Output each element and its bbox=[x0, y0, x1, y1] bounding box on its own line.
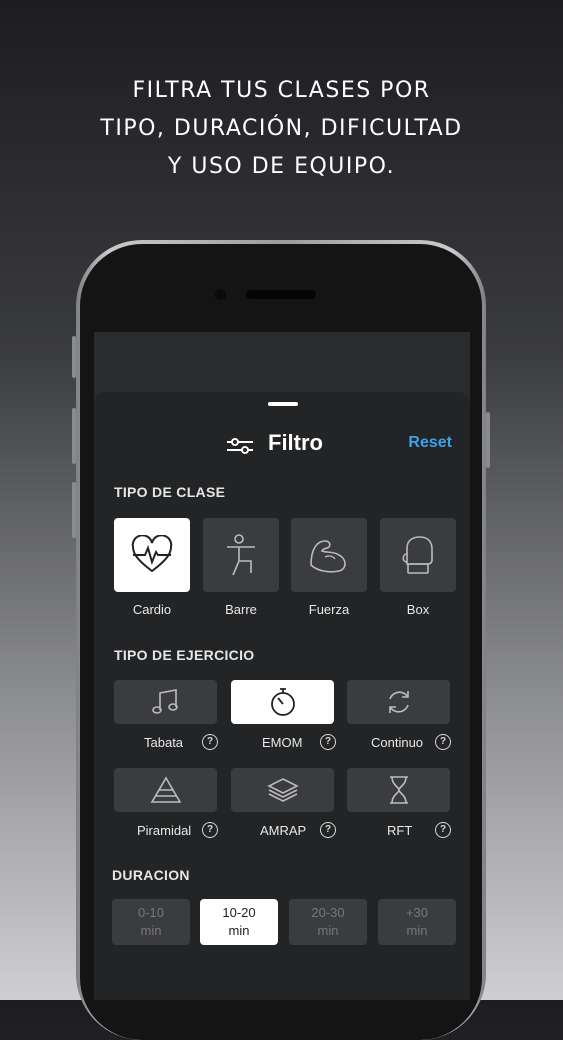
exercise-label-emom: EMOM bbox=[262, 735, 303, 750]
class-label-fuerza: Fuerza bbox=[308, 602, 350, 617]
exercise-option-emom[interactable] bbox=[231, 680, 334, 724]
exercise-option-rft[interactable] bbox=[347, 768, 450, 812]
duration-unit: min bbox=[140, 923, 162, 938]
earpiece-speaker bbox=[246, 290, 316, 299]
class-option-barre[interactable] bbox=[203, 518, 279, 592]
reset-button[interactable]: Reset bbox=[408, 434, 452, 452]
duration-option-0-10[interactable]: 0-10 min bbox=[112, 899, 190, 945]
boxing-glove-icon bbox=[402, 536, 433, 574]
exercise-label-rft: RFT bbox=[387, 823, 413, 838]
exercise-label-piramidal: Piramidal bbox=[137, 823, 192, 838]
filter-sheet: Filtro Reset TIPO DE CLASE Cardio Barre … bbox=[94, 392, 470, 1000]
exercise-option-piramidal[interactable] bbox=[114, 768, 217, 812]
sheet-grabber[interactable] bbox=[268, 402, 298, 406]
class-option-cardio[interactable] bbox=[114, 518, 190, 592]
exercise-label-amrap: AMRAP bbox=[260, 823, 307, 838]
exercise-label-continuo: Continuo bbox=[371, 735, 424, 750]
help-icon[interactable]: ? bbox=[320, 734, 336, 750]
ballet-figure-icon bbox=[227, 534, 255, 576]
class-label-barre: Barre bbox=[225, 602, 257, 617]
help-icon[interactable]: ? bbox=[202, 822, 218, 838]
music-note-icon bbox=[151, 689, 178, 714]
duration-unit: min bbox=[317, 923, 339, 938]
heart-pulse-icon bbox=[131, 535, 173, 573]
duration-range: +30 bbox=[405, 905, 429, 920]
headline-line-3: Y USO DE EQUIPO. bbox=[167, 154, 396, 179]
pyramid-icon bbox=[150, 776, 181, 803]
class-option-box[interactable] bbox=[380, 518, 456, 592]
duration-range: 20-30 bbox=[311, 905, 345, 920]
front-camera bbox=[215, 289, 226, 300]
duration-range: 0-10 bbox=[137, 905, 165, 920]
duration-range: 10-20 bbox=[222, 905, 256, 920]
duration-option-10-20[interactable]: 10-20 min bbox=[200, 899, 278, 945]
phone-power-button bbox=[486, 412, 490, 468]
duration-unit: min bbox=[228, 923, 250, 938]
help-icon[interactable]: ? bbox=[320, 822, 336, 838]
exercise-option-continuo[interactable] bbox=[347, 680, 450, 724]
class-option-fuerza[interactable] bbox=[291, 518, 367, 592]
help-icon[interactable]: ? bbox=[202, 734, 218, 750]
sliders-icon bbox=[227, 438, 253, 454]
promo-headline: FILTRA TUS CLASES POR TIPO, DURACIÓN, DI… bbox=[0, 72, 563, 186]
refresh-icon bbox=[388, 691, 409, 713]
exercise-option-tabata[interactable] bbox=[114, 680, 217, 724]
duration-option-20-30[interactable]: 20-30 min bbox=[289, 899, 367, 945]
headline-line-2: TIPO, DURACIÓN, DIFICULTAD bbox=[100, 116, 463, 141]
section-tipo-ejercicio: TIPO DE EJERCICIO bbox=[114, 647, 255, 663]
section-duracion: DURACION bbox=[112, 867, 190, 883]
class-label-box: Box bbox=[406, 602, 430, 617]
stopwatch-icon bbox=[270, 688, 295, 716]
help-icon[interactable]: ? bbox=[435, 822, 451, 838]
class-label-cardio: Cardio bbox=[132, 602, 172, 617]
layers-icon bbox=[266, 778, 299, 802]
help-icon[interactable]: ? bbox=[435, 734, 451, 750]
duration-unit: min bbox=[406, 923, 428, 938]
sheet-header: Filtro Reset bbox=[94, 430, 470, 460]
exercise-option-amrap[interactable] bbox=[231, 768, 334, 812]
flexed-arm-icon bbox=[310, 540, 346, 573]
phone-screen: Filtro Reset TIPO DE CLASE Cardio Barre … bbox=[94, 332, 470, 1000]
duration-option-plus-30[interactable]: +30 min bbox=[378, 899, 456, 945]
hourglass-icon bbox=[389, 776, 408, 804]
sheet-title: Filtro bbox=[268, 430, 323, 455]
exercise-label-tabata: Tabata bbox=[144, 735, 184, 750]
section-tipo-clase: TIPO DE CLASE bbox=[114, 484, 226, 500]
headline-line-1: FILTRA TUS CLASES POR bbox=[132, 78, 431, 103]
